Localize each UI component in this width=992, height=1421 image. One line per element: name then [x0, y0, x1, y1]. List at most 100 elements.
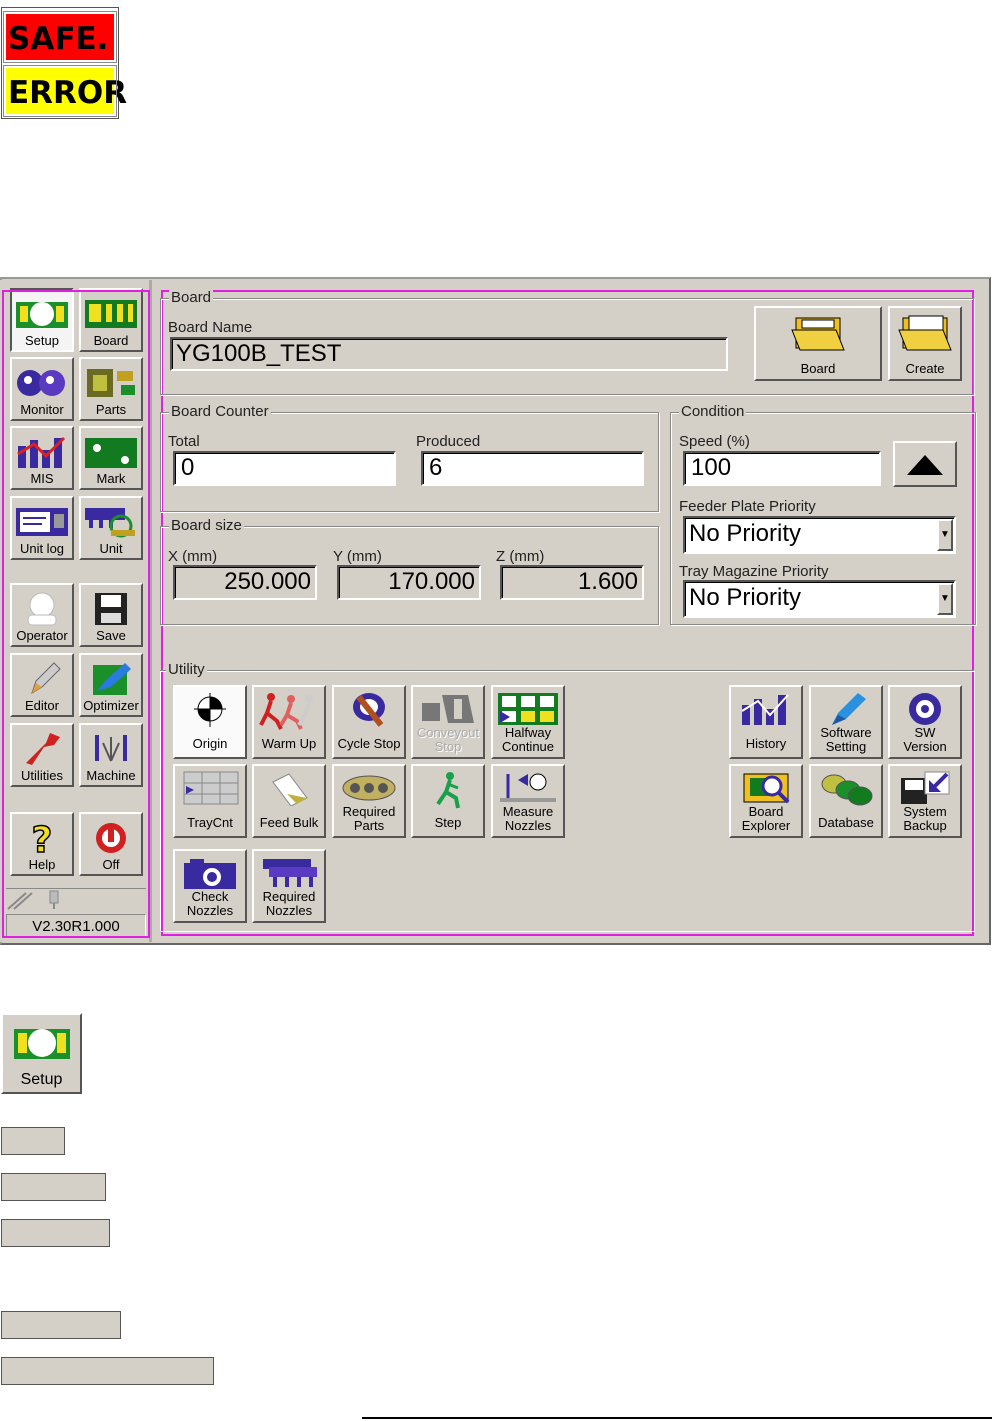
origin-label: Origin [192, 736, 228, 751]
chevron-down-icon[interactable]: ▼ [937, 519, 953, 551]
setup-button-legend[interactable]: Setup [1, 1013, 82, 1094]
tray-priority-label: Tray Magazine Priority [679, 563, 829, 580]
database-label: Database [818, 815, 874, 830]
feed-bulk-button[interactable]: Feed Bulk [252, 764, 326, 838]
create-button[interactable]: Create [888, 306, 962, 381]
conveyout-stop-icon [422, 695, 474, 723]
feeder-priority-select[interactable]: No Priority ▼ [683, 516, 956, 554]
nozzles-icon [263, 859, 317, 887]
step-button[interactable]: Step [411, 764, 485, 838]
tray-priority-value: No Priority [689, 584, 802, 611]
traycnt-label: TrayCnt [187, 815, 233, 830]
sw-version-button[interactable]: SW Version [888, 685, 962, 759]
tray-priority-select[interactable]: No Priority ▼ [683, 580, 956, 618]
measure-nozzles-button[interactable]: Measure Nozzles [491, 764, 565, 838]
measure-nozzles-icon [500, 773, 556, 802]
sw-version-label: SW Version [903, 725, 947, 754]
feeder-priority-value: No Priority [689, 520, 802, 547]
group-title: Utility [166, 661, 207, 678]
system-backup-label: System Backup [903, 804, 947, 833]
error-badge: ERROR [3, 65, 127, 117]
history-button[interactable]: History [729, 685, 803, 759]
cycle-stop-icon [353, 693, 385, 727]
produced-label: Produced [416, 433, 481, 450]
y-field: 170.000 [337, 565, 481, 600]
total-label: Total [168, 433, 200, 450]
required-parts-label: Required Parts [342, 804, 396, 833]
group-title: Board size [169, 517, 244, 534]
version-badge-icon [909, 693, 941, 725]
check-nozzles-button[interactable]: Check Nozzles [173, 849, 247, 923]
y-label: Y (mm) [333, 548, 382, 565]
software-setting-label: Software Setting [820, 725, 872, 754]
speed-label: Speed (%) [679, 433, 750, 450]
database-icon [821, 774, 873, 806]
measure-nozzles-label: Measure Nozzles [502, 804, 554, 833]
chevron-down-icon[interactable]: ▼ [937, 583, 953, 615]
board-explorer-button[interactable]: Board Explorer [729, 764, 803, 838]
running-figures-icon [259, 693, 313, 730]
software-setting-button[interactable]: Software Setting [809, 685, 883, 759]
check-nozzles-label: Check Nozzles [186, 889, 234, 918]
tray-icon [183, 771, 239, 805]
footer-rule [362, 1417, 992, 1419]
total-field[interactable]: 0 [173, 451, 396, 486]
folder-new-icon [898, 315, 952, 351]
required-nozzles-button[interactable]: Required Nozzles [252, 849, 326, 923]
halfway-continue-button[interactable]: Halfway Continue [491, 685, 565, 759]
required-nozzles-label: Required Nozzles [262, 889, 316, 918]
group-title: Board Counter [169, 403, 271, 420]
board-explorer-label: Board Explorer [741, 804, 791, 833]
legend-bar-4 [1, 1311, 121, 1339]
safe-badge: SAFE. [3, 11, 117, 63]
status-indicator: SAFE. ERROR [1, 7, 127, 119]
x-field: 250.000 [173, 565, 317, 600]
produced-field[interactable]: 6 [421, 451, 644, 486]
speed-field[interactable]: 100 [683, 451, 881, 486]
cycle-stop-label: Cycle Stop [337, 736, 401, 751]
database-button[interactable]: Database [809, 764, 883, 838]
speed-up-button[interactable] [893, 441, 957, 487]
required-parts-button[interactable]: Required Parts [332, 764, 406, 838]
legend-bar-3 [1, 1219, 110, 1247]
system-backup-icon [901, 771, 950, 804]
z-field: 1.600 [500, 565, 644, 600]
group-title: Board [169, 289, 214, 306]
board-button[interactable]: Board [754, 306, 882, 381]
step-label: Step [434, 815, 462, 830]
traycnt-button[interactable]: TrayCnt [173, 764, 247, 838]
warm-up-button[interactable]: Warm Up [252, 685, 326, 759]
board-button-label: Board [800, 361, 836, 376]
feeder-priority-label: Feeder Plate Priority [679, 498, 816, 515]
cycle-stop-button[interactable]: Cycle Stop [332, 685, 406, 759]
system-backup-button[interactable]: System Backup [888, 764, 962, 838]
feed-bulk-label: Feed Bulk [259, 815, 319, 830]
group-title: Condition [679, 403, 747, 420]
feed-bulk-icon [272, 773, 308, 806]
folder-open-icon [791, 317, 845, 351]
setup-legend-label: Setup [20, 1071, 63, 1088]
x-label: X (mm) [168, 548, 218, 565]
conveyout-stop-label: Conveyout Stop [416, 725, 480, 754]
board-name-field: YG100B_TEST [170, 337, 728, 371]
board-name-label: Board Name [168, 319, 253, 336]
conveyout-stop-button[interactable]: Conveyout Stop [411, 685, 485, 759]
history-label: History [745, 736, 787, 751]
origin-icon [194, 693, 226, 727]
camera-icon [184, 859, 236, 889]
parts-reel-icon [342, 775, 396, 801]
z-label: Z (mm) [496, 548, 545, 565]
legend-bar-2 [1, 1173, 106, 1201]
sidebar-highlight [2, 290, 150, 938]
origin-button[interactable]: Origin [173, 685, 247, 759]
setup-icon [13, 1029, 70, 1059]
legend-bar-1 [1, 1127, 65, 1155]
halfway-continue-icon [498, 693, 558, 725]
software-setting-icon [832, 693, 866, 725]
halfway-continue-label: Halfway Continue [501, 725, 555, 754]
legend-bar-5 [1, 1357, 214, 1385]
warm-up-label: Warm Up [261, 736, 317, 751]
board-explorer-icon [743, 773, 790, 804]
create-button-label: Create [905, 361, 945, 376]
history-icon [741, 694, 789, 725]
